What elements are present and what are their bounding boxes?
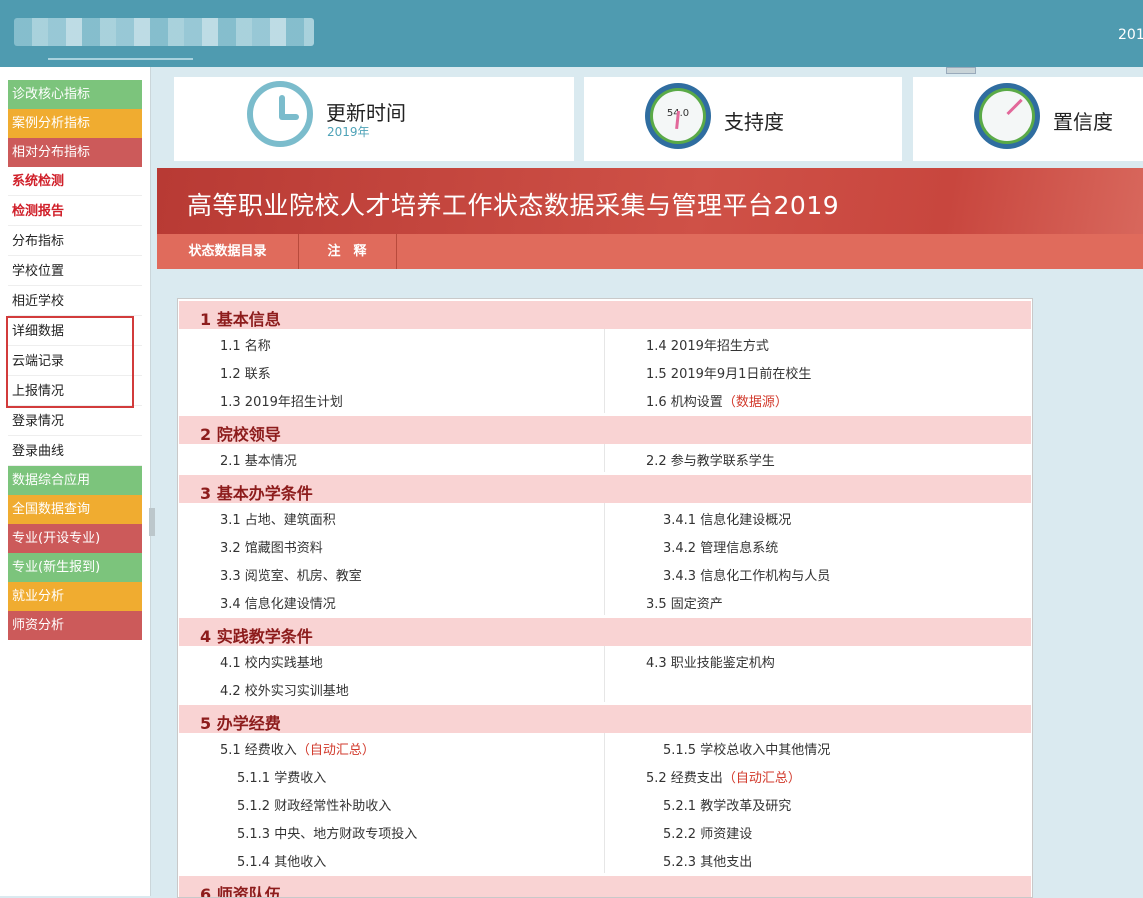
confidence-gauge-icon: [974, 83, 1040, 149]
catalog-link-4-1[interactable]: 4.1 校内实践基地: [220, 652, 323, 671]
sidebar-item-majors-offered[interactable]: 专业(开设专业): [8, 524, 142, 553]
catalog-link-5-2-2[interactable]: 5.2.2 师资建设: [663, 823, 752, 842]
page-banner: 高等职业院校人才培养工作状态数据采集与管理平台2019: [157, 168, 1143, 234]
gauge-needle: [1006, 98, 1023, 116]
sidebar-item-faculty-analysis[interactable]: 师资分析: [8, 611, 142, 640]
confidence-card: 置信度: [913, 77, 1143, 161]
auto-summary-note: （自动汇总）: [296, 743, 375, 758]
clock-icon: [247, 81, 313, 147]
catalog-link-3-4-3[interactable]: 3.4.3 信息化工作机构与人员: [663, 565, 830, 584]
catalog-link-4-3[interactable]: 4.3 职业技能鉴定机构: [646, 652, 775, 671]
sidebar-item-login-curve[interactable]: 登录曲线: [8, 437, 142, 466]
catalog-link-5-2[interactable]: 5.2 经费支出（自动汇总）: [646, 767, 801, 786]
section-title: 4 实践教学条件: [200, 627, 313, 646]
gauge-needle: [675, 110, 680, 130]
logo-underline: [48, 58, 193, 60]
column-divider: [604, 444, 605, 472]
catalog-link-3-4[interactable]: 3.4 信息化建设情况: [220, 593, 336, 612]
section-title: 2 院校领导: [200, 425, 281, 444]
sidebar-item-school-location[interactable]: 学校位置: [8, 257, 142, 286]
support-gauge-icon: 54.0: [645, 83, 711, 149]
catalog-link-text: 5.2 经费支出: [646, 771, 723, 786]
catalog-link-3-4-2[interactable]: 3.4.2 管理信息系统: [663, 537, 778, 556]
catalog-link-3-1[interactable]: 3.1 占地、建筑面积: [220, 509, 336, 528]
sidebar-item-case-analysis[interactable]: 案例分析指标: [8, 109, 142, 138]
support-label: 支持度: [724, 110, 784, 134]
update-time-card: 更新时间 2019年: [174, 77, 574, 161]
sidebar-collapse-handle[interactable]: [149, 508, 155, 536]
auto-summary-note: （自动汇总）: [722, 771, 801, 786]
sidebar-item-login-status[interactable]: 登录情况: [8, 407, 142, 436]
catalog-link-5-1-3[interactable]: 5.1.3 中央、地方财政专项投入: [237, 823, 417, 842]
catalog-link-4-2[interactable]: 4.2 校外实习实训基地: [220, 680, 349, 699]
sidebar-item-relative-distribution[interactable]: 相对分布指标: [8, 138, 142, 167]
section-header: 6 师资队伍: [179, 876, 1031, 898]
header-year: 2019: [1118, 27, 1143, 43]
section-header: 4 实践教学条件: [179, 618, 1031, 646]
catalog-link-5-2-1[interactable]: 5.2.1 教学改革及研究: [663, 795, 791, 814]
column-divider: [604, 329, 605, 413]
blurred-logo: [14, 18, 314, 46]
tab-notes[interactable]: 注 释: [298, 234, 397, 269]
catalog-table: 1 基本信息 1.1 名称 1.4 2019年招生方式 1.2 联系 1.5 2…: [177, 298, 1033, 898]
section-title: 3 基本办学条件: [200, 484, 313, 503]
column-divider: [604, 646, 605, 702]
catalog-link-5-1-1[interactable]: 5.1.1 学费收入: [237, 767, 326, 786]
catalog-link-2-2[interactable]: 2.2 参与教学联系学生: [646, 450, 775, 469]
sidebar-item-system-check[interactable]: 系统检测: [8, 167, 142, 196]
section-header: 1 基本信息: [179, 301, 1031, 329]
tab-bar: 状态数据目录 注 释: [157, 234, 1143, 269]
page-title: 高等职业院校人才培养工作状态数据采集与管理平台2019: [187, 191, 840, 220]
catalog-link-1-6[interactable]: 1.6 机构设置（数据源）: [646, 391, 788, 410]
update-time-label: 更新时间: [326, 101, 406, 125]
section-header: 3 基本办学条件: [179, 475, 1031, 503]
data-source-note: （数据源）: [722, 395, 788, 410]
sidebar-item-employment-analysis[interactable]: 就业分析: [8, 582, 142, 611]
column-divider: [604, 733, 605, 873]
catalog-link-text: 5.1 经费收入: [220, 743, 297, 758]
catalog-link-5-2-3[interactable]: 5.2.3 其他支出: [663, 851, 752, 870]
column-divider: [604, 503, 605, 615]
sidebar-item-majors-enrollment[interactable]: 专业(新生报到): [8, 553, 142, 582]
confidence-label: 置信度: [1053, 110, 1113, 134]
catalog-link-3-2[interactable]: 3.2 馆藏图书资料: [220, 537, 323, 556]
sidebar-item-national-query[interactable]: 全国数据查询: [8, 495, 142, 524]
section-header: 2 院校领导: [179, 416, 1031, 444]
sidebar-item-data-application[interactable]: 数据综合应用: [8, 466, 142, 495]
catalog-link-text: 1.6 机构设置: [646, 395, 723, 410]
catalog-link-3-4-1[interactable]: 3.4.1 信息化建设概况: [663, 509, 791, 528]
top-header: 2019: [0, 0, 1143, 67]
catalog-link-1-3[interactable]: 1.3 2019年招生计划: [220, 391, 343, 410]
header-collapse-toggle[interactable]: [946, 67, 976, 74]
catalog-link-1-2[interactable]: 1.2 联系: [220, 363, 271, 382]
catalog-link-5-1[interactable]: 5.1 经费收入（自动汇总）: [220, 739, 375, 758]
tab-data-catalog[interactable]: 状态数据目录: [157, 234, 299, 269]
section-title: 1 基本信息: [200, 310, 281, 329]
catalog-link-5-1-2[interactable]: 5.1.2 财政经常性补助收入: [237, 795, 391, 814]
catalog-link-5-1-4[interactable]: 5.1.4 其他收入: [237, 851, 326, 870]
catalog-link-2-1[interactable]: 2.1 基本情况: [220, 450, 297, 469]
catalog-link-3-3[interactable]: 3.3 阅览室、机房、教室: [220, 565, 362, 584]
update-time-value: 2019年: [327, 125, 370, 139]
catalog-link-5-1-5[interactable]: 5.1.5 学校总收入中其他情况: [663, 739, 830, 758]
catalog-link-3-5[interactable]: 3.5 固定资产: [646, 593, 723, 612]
section-header: 5 办学经费: [179, 705, 1031, 733]
support-card: 54.0 支持度: [584, 77, 902, 161]
sidebar-item-core-indicators[interactable]: 诊改核心指标: [8, 80, 142, 109]
catalog-link-1-5[interactable]: 1.5 2019年9月1日前在校生: [646, 363, 811, 382]
sidebar-item-similar-schools[interactable]: 相近学校: [8, 287, 142, 316]
highlight-annotation-box: [6, 316, 134, 408]
sidebar: 诊改核心指标 案例分析指标 相对分布指标 系统检测 检测报告 分布指标 学校位置…: [0, 67, 151, 896]
section-title: 5 办学经费: [200, 714, 281, 733]
sidebar-item-distribution[interactable]: 分布指标: [8, 227, 142, 256]
section-title: 6 师资队伍: [200, 885, 281, 898]
sidebar-item-check-report[interactable]: 检测报告: [8, 197, 142, 226]
catalog-link-1-1[interactable]: 1.1 名称: [220, 335, 271, 354]
catalog-link-1-4[interactable]: 1.4 2019年招生方式: [646, 335, 769, 354]
